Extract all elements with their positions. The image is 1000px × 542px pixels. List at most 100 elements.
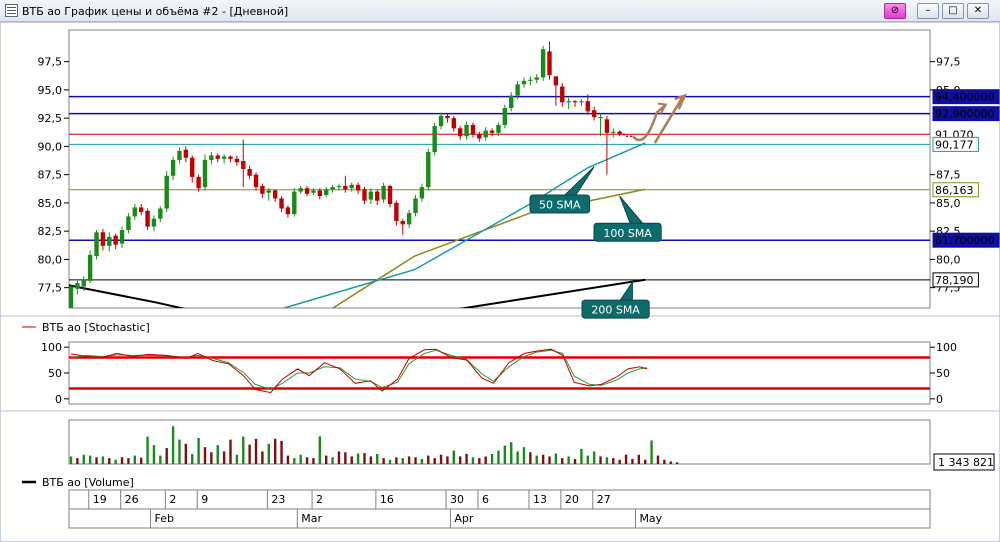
- level-value-label: 81,700000: [935, 234, 995, 247]
- candle-body: [202, 159, 208, 188]
- volume-legend-label: ВТБ ао [Volume]: [42, 476, 134, 489]
- candle-body: [100, 232, 106, 246]
- y-tick-label: 92,5: [38, 112, 63, 125]
- candle-body: [540, 49, 546, 78]
- candle-body: [394, 202, 399, 221]
- right-tick-label: 80,0: [936, 253, 961, 266]
- candle-body: [183, 149, 189, 158]
- volume-bar: [446, 456, 449, 464]
- volume-bar: [497, 450, 500, 464]
- candle-body: [489, 130, 495, 133]
- candle-body: [611, 131, 616, 133]
- sma-50-line: [281, 142, 646, 308]
- callout-label: 50 SMA: [539, 199, 581, 212]
- volume-panel[interactable]: 1 343 821 ВТБ ао [Volume]: [22, 426, 995, 489]
- volume-bar: [427, 455, 430, 464]
- candle-body: [547, 51, 552, 76]
- chart-canvas[interactable]: 97,5 95,0 92,5 90,0 87,5 85,0 82,5 80,0 77,5 97,5…: [0, 0, 1000, 542]
- month-tick-label: Feb: [155, 512, 174, 525]
- candle-body: [451, 118, 456, 129]
- price-plot-border: [68, 29, 931, 309]
- stochastic-d-line: [70, 349, 648, 391]
- candle-body: [598, 117, 603, 119]
- volume-bar: [592, 451, 596, 464]
- candle-body: [75, 283, 80, 289]
- volume-bar: [178, 439, 181, 464]
- volume-bar: [337, 451, 341, 464]
- volume-bar: [420, 458, 424, 464]
- candle-body: [234, 158, 240, 163]
- volume-bar: [344, 452, 347, 464]
- callout-pointer: [619, 195, 646, 226]
- volume-bar: [529, 452, 532, 464]
- time-axis: 19 26 2 9 23 2 16 30 6 13 20 27 Feb Mar Apr May: [68, 489, 931, 529]
- volume-bar: [580, 448, 583, 464]
- volume-bar: [516, 451, 519, 464]
- candle-body: [266, 190, 271, 193]
- candle-body: [375, 191, 380, 201]
- candle-body: [336, 185, 342, 188]
- volume-bar: [356, 453, 360, 464]
- price-panel[interactable]: 97,5 95,0 92,5 90,0 87,5 85,0 82,5 80,0 77,5 97,5…: [38, 41, 1000, 390]
- candle-body: [126, 216, 131, 231]
- candle-body: [432, 126, 437, 153]
- right-tick-label: 97,5: [936, 56, 961, 69]
- level-value-label: 94,400000: [935, 91, 995, 104]
- volume-bar: [95, 457, 98, 464]
- candle-body: [509, 95, 514, 108]
- volume-bar: [618, 459, 621, 464]
- volume-bar: [299, 454, 302, 464]
- volume-bar: [631, 458, 634, 464]
- volume-bar: [305, 457, 309, 464]
- y-tick-label: 97,5: [38, 56, 63, 69]
- candle-body: [604, 119, 610, 133]
- price-plot-area: [69, 41, 930, 308]
- volume-bar: [650, 440, 653, 464]
- stochastic-panel[interactable]: ВТБ ао [Stochastic] 100 100 50 50 0 0: [22, 321, 957, 406]
- volume-bar: [76, 458, 79, 464]
- volume-bar: [363, 453, 366, 464]
- volume-bar: [458, 456, 462, 464]
- candle-body: [107, 236, 112, 246]
- candle-body: [362, 189, 367, 201]
- candle-body: [298, 188, 303, 192]
- volume-bar: [69, 456, 73, 464]
- volume-bar: [484, 456, 487, 464]
- candle-body: [119, 230, 125, 244]
- volume-bar: [101, 456, 105, 464]
- date-tick-label: 6: [482, 493, 489, 506]
- candle-body: [464, 124, 469, 137]
- date-tick-label: 2: [316, 493, 323, 506]
- volume-bar: [439, 454, 443, 464]
- candle-body: [413, 198, 418, 214]
- volume-bar: [605, 457, 609, 464]
- candle-body: [368, 191, 374, 200]
- right-tick-label: 85,0: [936, 197, 961, 210]
- volume-bar: [612, 458, 615, 464]
- volume-bar: [191, 453, 194, 464]
- candle-body: [253, 174, 259, 188]
- volume-bar: [82, 454, 85, 464]
- candle-body: [228, 156, 233, 159]
- volume-bar: [663, 459, 666, 464]
- volume-bar: [261, 451, 264, 464]
- volume-bar: [522, 447, 526, 464]
- month-tick-label: May: [639, 512, 662, 525]
- callout-pointer: [618, 280, 633, 303]
- candle-body: [177, 150, 182, 160]
- candle-body: [387, 185, 393, 205]
- volume-bar: [541, 454, 545, 464]
- candle-body: [260, 185, 265, 194]
- candle-body: [483, 130, 488, 138]
- candle-body: [343, 185, 348, 190]
- volume-bar: [407, 456, 411, 464]
- candle-body: [151, 218, 157, 227]
- candle-body: [279, 198, 284, 209]
- volume-bar: [331, 457, 334, 464]
- date-tick-label: 26: [125, 493, 139, 506]
- volume-bar: [133, 455, 136, 464]
- candle-body: [164, 175, 169, 209]
- stoch-right-tick-label: 0: [936, 393, 943, 406]
- volume-bar: [216, 445, 219, 464]
- volume-bar: [318, 436, 322, 464]
